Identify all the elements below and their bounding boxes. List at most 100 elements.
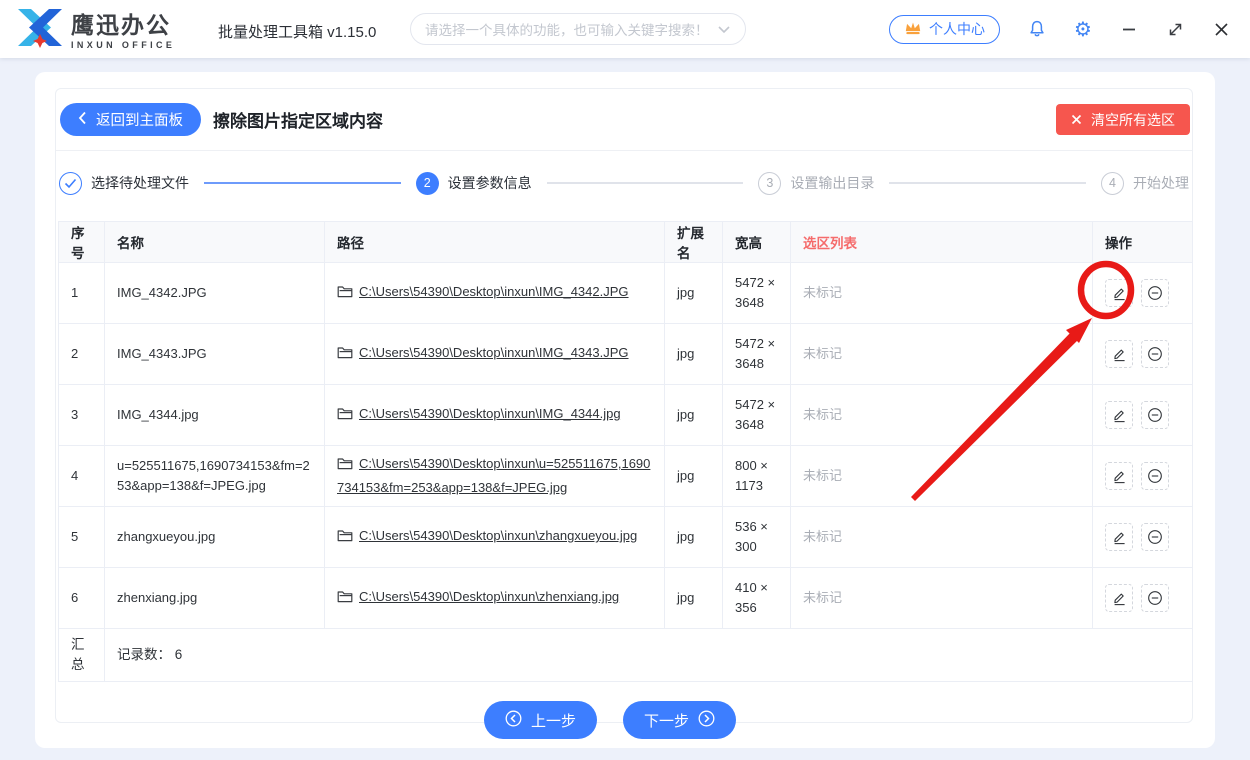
cell-ext: jpg bbox=[665, 385, 723, 446]
app-title: 批量处理工具箱 v1.15.0 bbox=[218, 21, 376, 42]
cell-name: u=525511675,1690734153&fm=253&app=138&f=… bbox=[105, 446, 325, 507]
remove-file-button[interactable] bbox=[1141, 523, 1169, 551]
step-4-label: 开始处理 bbox=[1133, 173, 1189, 193]
cell-path: C:\Users\54390\Desktop\inxun\IMG_4342.JP… bbox=[325, 263, 665, 324]
file-path-link[interactable]: C:\Users\54390\Desktop\inxun\u=525511675… bbox=[337, 456, 650, 495]
edit-selection-button[interactable] bbox=[1105, 584, 1133, 612]
edit-selection-button[interactable] bbox=[1105, 523, 1133, 551]
edit-selection-button[interactable] bbox=[1105, 340, 1133, 368]
close-icon[interactable] bbox=[1198, 0, 1244, 58]
edit-selection-button[interactable] bbox=[1105, 401, 1133, 429]
table-header-row: 序号 名称 路径 扩展名 宽高 选区列表 操作 bbox=[59, 222, 1193, 263]
cell-actions bbox=[1093, 263, 1193, 324]
cell-index: 3 bbox=[59, 385, 105, 446]
app-logo: 鹰迅办公 INXUN OFFICE bbox=[18, 8, 175, 55]
cell-size: 410 × 356 bbox=[723, 568, 791, 629]
content-card: 返回到主面板 擦除图片指定区域内容 清空所有选区 选择待处理文件 bbox=[55, 88, 1193, 723]
cell-actions bbox=[1093, 568, 1193, 629]
back-to-dashboard-button[interactable]: 返回到主面板 bbox=[60, 103, 201, 136]
cell-selection-status: 未标记 bbox=[791, 507, 1093, 568]
table-row: 1IMG_4342.JPGC:\Users\54390\Desktop\inxu… bbox=[59, 263, 1193, 324]
file-path-link[interactable]: C:\Users\54390\Desktop\inxun\IMG_4342.JP… bbox=[359, 284, 629, 299]
step-wizard: 选择待处理文件 2 设置参数信息 3 设置输出目录 4 开始处理 bbox=[56, 151, 1192, 215]
settings-gear-icon[interactable]: ⚙ bbox=[1060, 0, 1106, 58]
logo-title: 鹰迅办公 bbox=[71, 13, 175, 37]
remove-file-button[interactable] bbox=[1141, 462, 1169, 490]
file-path-link[interactable]: C:\Users\54390\Desktop\inxun\IMG_4344.jp… bbox=[359, 406, 621, 421]
cell-path: C:\Users\54390\Desktop\inxun\zhenxiang.j… bbox=[325, 568, 665, 629]
function-search-select[interactable]: 请选择一个具体的功能，也可输入关键字搜索！ bbox=[410, 13, 746, 45]
remove-file-button[interactable] bbox=[1141, 401, 1169, 429]
user-center-button[interactable]: 个人中心 bbox=[889, 15, 1000, 44]
col-name: 名称 bbox=[105, 222, 325, 263]
cell-ext: jpg bbox=[665, 446, 723, 507]
table-row: 5zhangxueyou.jpgC:\Users\54390\Desktop\i… bbox=[59, 507, 1193, 568]
notification-bell-icon[interactable] bbox=[1014, 0, 1060, 58]
table-row: 6zhenxiang.jpg C:\Users\54390\Desktop\inx… bbox=[59, 568, 1193, 629]
cell-size: 5472 × 3648 bbox=[723, 385, 791, 446]
logo-x-icon bbox=[18, 8, 62, 55]
folder-icon bbox=[337, 344, 353, 366]
file-path-link[interactable]: C:\Users\54390\Desktop\inxun\zhenxiang.j… bbox=[359, 589, 619, 604]
cell-actions bbox=[1093, 324, 1193, 385]
step-2-label: 设置参数信息 bbox=[448, 173, 532, 193]
folder-icon bbox=[337, 527, 353, 549]
file-path-link[interactable]: C:\Users\54390\Desktop\inxun\zhangxueyou… bbox=[359, 528, 637, 543]
col-index: 序号 bbox=[59, 222, 105, 263]
title-bar: 鹰迅办公 INXUN OFFICE 批量处理工具箱 v1.15.0 请选择一个具… bbox=[0, 0, 1250, 58]
clear-button-label: 清空所有选区 bbox=[1091, 110, 1175, 130]
step-3-number: 3 bbox=[758, 172, 781, 195]
remove-file-button[interactable] bbox=[1141, 584, 1169, 612]
step-connector bbox=[547, 182, 744, 184]
edit-selection-button[interactable] bbox=[1105, 279, 1133, 307]
cell-name: zhangxueyou.jpg bbox=[105, 507, 325, 568]
crown-icon bbox=[904, 20, 922, 38]
step-3-label: 设置输出目录 bbox=[790, 173, 874, 193]
remove-file-button[interactable] bbox=[1141, 279, 1169, 307]
cell-selection-status: 未标记 bbox=[791, 446, 1093, 507]
cell-actions bbox=[1093, 385, 1193, 446]
circle-arrow-right-icon bbox=[698, 710, 715, 731]
step-2-set-parameters: 2 设置参数信息 bbox=[416, 172, 532, 195]
cell-path: C:\Users\54390\Desktop\inxun\IMG_4344.jp… bbox=[325, 385, 665, 446]
chevron-down-icon bbox=[717, 22, 731, 37]
step-4-number: 4 bbox=[1101, 172, 1124, 195]
user-center-label: 个人中心 bbox=[929, 19, 985, 39]
record-count: 记录数： 6 bbox=[105, 629, 1193, 682]
cell-path: C:\Users\54390\Desktop\inxun\zhangxueyou… bbox=[325, 507, 665, 568]
file-table: 序号 名称 路径 扩展名 宽高 选区列表 操作 1IMG_4342.JPGC:\… bbox=[58, 221, 1190, 682]
folder-icon bbox=[337, 588, 353, 610]
previous-step-button[interactable]: 上一步 bbox=[484, 701, 597, 739]
x-icon bbox=[1071, 112, 1082, 128]
step-1-select-files: 选择待处理文件 bbox=[59, 172, 189, 195]
cell-actions bbox=[1093, 446, 1193, 507]
summary-label: 汇总 bbox=[59, 629, 105, 682]
next-step-button[interactable]: 下一步 bbox=[623, 701, 736, 739]
minimize-icon[interactable] bbox=[1106, 0, 1152, 58]
clear-all-selections-button[interactable]: 清空所有选区 bbox=[1056, 104, 1190, 135]
main-panel: 返回到主面板 擦除图片指定区域内容 清空所有选区 选择待处理文件 bbox=[35, 72, 1215, 748]
step-1-check-icon bbox=[59, 172, 82, 195]
cell-ext: jpg bbox=[665, 568, 723, 629]
cell-name: IMG_4344.jpg bbox=[105, 385, 325, 446]
cell-index: 2 bbox=[59, 324, 105, 385]
cell-name: zhenxiang.jpg bbox=[105, 568, 325, 629]
cell-path: C:\Users\54390\Desktop\inxun\u=525511675… bbox=[325, 446, 665, 507]
remove-file-button[interactable] bbox=[1141, 340, 1169, 368]
logo-subtitle: INXUN OFFICE bbox=[71, 40, 175, 50]
step-3-output-directory: 3 设置输出目录 bbox=[758, 172, 874, 195]
col-selection: 选区列表 bbox=[791, 222, 1093, 263]
cell-size: 5472 × 3648 bbox=[723, 263, 791, 324]
table-row: 3IMG_4344.jpg C:\Users\54390\Desktop\inxu… bbox=[59, 385, 1193, 446]
maximize-icon[interactable] bbox=[1152, 0, 1198, 58]
col-size: 宽高 bbox=[723, 222, 791, 263]
cell-size: 800 × 1173 bbox=[723, 446, 791, 507]
circle-arrow-left-icon bbox=[505, 710, 522, 731]
file-path-link[interactable]: C:\Users\54390\Desktop\inxun\IMG_4343.JP… bbox=[359, 345, 629, 360]
edit-selection-button[interactable] bbox=[1105, 462, 1133, 490]
cell-index: 6 bbox=[59, 568, 105, 629]
cell-index: 1 bbox=[59, 263, 105, 324]
next-step-label: 下一步 bbox=[644, 710, 689, 731]
folder-icon bbox=[337, 455, 353, 477]
cell-actions bbox=[1093, 507, 1193, 568]
